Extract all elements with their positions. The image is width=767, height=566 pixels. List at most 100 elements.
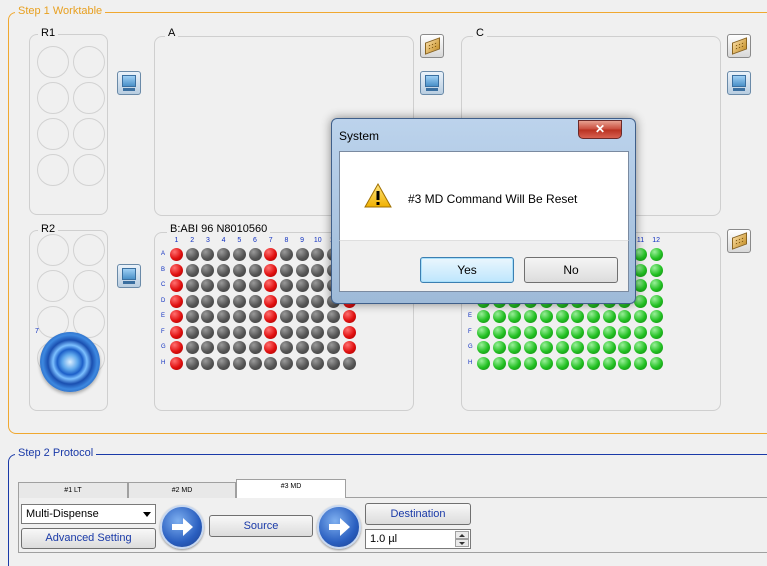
plate-d-well[interactable] (492, 356, 506, 370)
plate-d-well[interactable] (508, 325, 522, 339)
source-arrow-icon[interactable] (160, 505, 204, 549)
plate-b-well[interactable] (185, 279, 199, 292)
plate-d-well[interactable] (539, 341, 553, 354)
plate-d-well[interactable] (634, 310, 647, 323)
plate-b-well[interactable] (248, 248, 262, 261)
plate-b-well[interactable] (279, 310, 293, 323)
plate-d-well[interactable] (508, 356, 522, 370)
plate-b-well[interactable] (342, 325, 356, 339)
r1-slot[interactable] (37, 154, 69, 186)
plate-d-well[interactable] (602, 341, 616, 354)
volume-down-icon[interactable] (455, 539, 469, 547)
plate-d-well[interactable] (477, 325, 490, 339)
panel-d-tip-box-button[interactable] (727, 229, 751, 253)
r2-slot[interactable] (73, 234, 105, 266)
reagent-reservoir-icon[interactable] (40, 332, 100, 392)
plate-b-well[interactable] (201, 294, 215, 308)
r1-slot[interactable] (73, 46, 105, 78)
plate-d-well[interactable] (539, 356, 553, 370)
plate-b-well[interactable] (170, 341, 183, 354)
plate-b-well[interactable] (311, 263, 325, 277)
plate-d-well[interactable] (524, 356, 538, 370)
tab-3-md[interactable]: #3 MD (236, 479, 346, 498)
plate-b-well[interactable] (201, 325, 215, 339)
plate-b-well[interactable] (295, 310, 309, 323)
plate-b-well[interactable] (185, 248, 199, 261)
plate-b-well[interactable] (295, 248, 309, 261)
plate-b-well[interactable] (327, 310, 340, 323)
no-button[interactable]: No (524, 257, 618, 283)
plate-d-well[interactable] (555, 356, 569, 370)
plate-d-well[interactable] (555, 310, 569, 323)
plate-b-well[interactable] (279, 356, 293, 370)
plate-d-well[interactable] (477, 356, 490, 370)
panel-c-tip-box-button[interactable] (727, 34, 751, 58)
plate-b-well[interactable] (185, 294, 199, 308)
plate-b-well[interactable] (311, 325, 325, 339)
plate-b-well[interactable] (232, 263, 246, 277)
r2-slot[interactable] (37, 270, 69, 302)
r1-slot[interactable] (37, 118, 69, 150)
plate-b-well[interactable] (217, 356, 231, 370)
plate-b-well[interactable] (264, 263, 278, 277)
plate-b-well[interactable] (217, 279, 231, 292)
destination-arrow-icon[interactable] (317, 505, 361, 549)
plate-b-well[interactable] (185, 325, 199, 339)
plate-d-well[interactable] (618, 356, 632, 370)
plate-b-well[interactable] (295, 325, 309, 339)
plate-b-well[interactable] (279, 279, 293, 292)
plate-b-well[interactable] (248, 356, 262, 370)
plate-b-well[interactable] (248, 263, 262, 277)
plate-d-well[interactable] (539, 310, 553, 323)
r2-slot[interactable] (37, 234, 69, 266)
plate-d-well[interactable] (649, 263, 663, 277)
plate-b-well[interactable] (264, 356, 278, 370)
plate-b-well[interactable] (248, 279, 262, 292)
plate-b-well[interactable] (264, 325, 278, 339)
plate-b-well[interactable] (295, 263, 309, 277)
plate-d-well[interactable] (555, 325, 569, 339)
plate-b-well[interactable] (342, 341, 356, 354)
plate-d-well[interactable] (602, 325, 616, 339)
plate-d-well[interactable] (555, 341, 569, 354)
plate-b-well[interactable] (279, 263, 293, 277)
plate-d-well[interactable] (492, 310, 506, 323)
plate-b-well[interactable] (232, 356, 246, 370)
plate-b-well[interactable] (279, 325, 293, 339)
plate-d-well[interactable] (634, 325, 647, 339)
plate-b-well[interactable] (295, 341, 309, 354)
source-button[interactable]: Source (209, 515, 313, 537)
plate-b-well[interactable] (185, 356, 199, 370)
volume-stepper[interactable]: 1.0 µl (365, 529, 471, 549)
plate-b-well[interactable] (311, 356, 325, 370)
plate-b-well[interactable] (232, 310, 246, 323)
r2-slot[interactable] (73, 270, 105, 302)
plate-d-well[interactable] (618, 325, 632, 339)
plate-b-well[interactable] (217, 325, 231, 339)
close-icon[interactable]: ✕ (578, 120, 622, 139)
plate-b-well[interactable] (170, 325, 183, 339)
plate-b-well[interactable] (279, 248, 293, 261)
plate-d-well[interactable] (571, 356, 585, 370)
plate-d-well[interactable] (634, 356, 647, 370)
plate-b-well[interactable] (185, 341, 199, 354)
r1-slot[interactable] (73, 118, 105, 150)
r1-monitor-button[interactable] (117, 71, 141, 95)
plate-b-well[interactable] (248, 325, 262, 339)
plate-d-well[interactable] (571, 325, 585, 339)
plate-d-well[interactable] (649, 279, 663, 292)
panel-c-monitor-button[interactable] (727, 71, 751, 95)
plate-d-well[interactable] (649, 294, 663, 308)
plate-b-well[interactable] (185, 263, 199, 277)
plate-d-well[interactable] (524, 310, 538, 323)
r1-slot[interactable] (37, 46, 69, 78)
yes-button[interactable]: Yes (420, 257, 514, 283)
plate-b-well[interactable] (295, 356, 309, 370)
plate-b-well[interactable] (217, 294, 231, 308)
plate-d-well[interactable] (524, 341, 538, 354)
r1-slot[interactable] (73, 154, 105, 186)
plate-b-well[interactable] (264, 294, 278, 308)
plate-d-well[interactable] (492, 341, 506, 354)
plate-b-well[interactable] (170, 294, 183, 308)
plate-d-well[interactable] (477, 310, 490, 323)
